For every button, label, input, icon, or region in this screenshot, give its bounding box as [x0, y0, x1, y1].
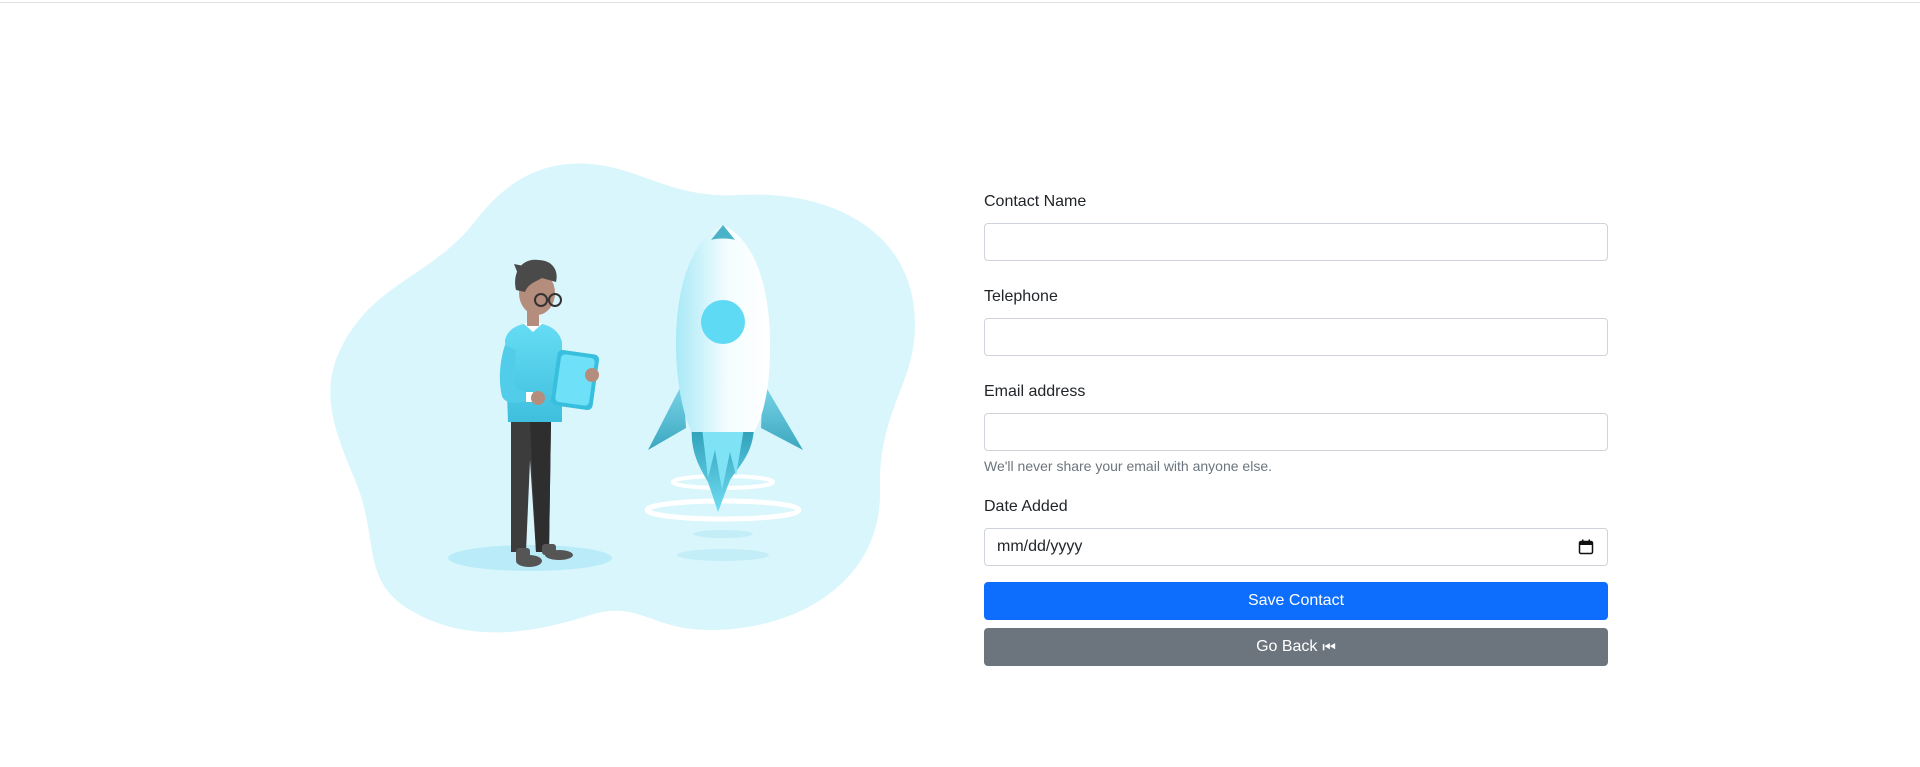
top-border [0, 2, 1920, 3]
save-contact-button[interactable]: Save Contact [984, 582, 1608, 620]
telephone-input[interactable] [984, 318, 1608, 356]
email-label: Email address [984, 383, 1086, 400]
date-added-field: Date Added mm/dd/yyyy [984, 497, 1608, 566]
date-added-input[interactable]: mm/dd/yyyy [984, 528, 1608, 566]
date-added-label: Date Added [984, 498, 1068, 515]
contact-name-field: Contact Name [984, 192, 1608, 261]
email-field: Email address We'll never share your ema… [984, 382, 1608, 475]
telephone-field: Telephone [984, 287, 1608, 356]
skip-back-icon: ⏮ [1322, 638, 1336, 656]
contact-name-label: Contact Name [984, 193, 1087, 210]
contact-form: Contact Name Telephone Email address We'… [984, 192, 1608, 666]
rocket-launch-illustration [330, 160, 920, 650]
date-placeholder: mm/dd/yyyy [997, 538, 1083, 555]
contact-name-input[interactable] [984, 223, 1608, 261]
calendar-icon[interactable] [1577, 538, 1595, 556]
go-back-button[interactable]: Go Back ⏮ [984, 628, 1608, 666]
telephone-label: Telephone [984, 288, 1058, 305]
email-input[interactable] [984, 413, 1608, 451]
go-back-label: Go Back [1256, 638, 1318, 655]
email-help-text: We'll never share your email with anyone… [984, 458, 1272, 474]
save-contact-label: Save Contact [1247, 592, 1345, 609]
